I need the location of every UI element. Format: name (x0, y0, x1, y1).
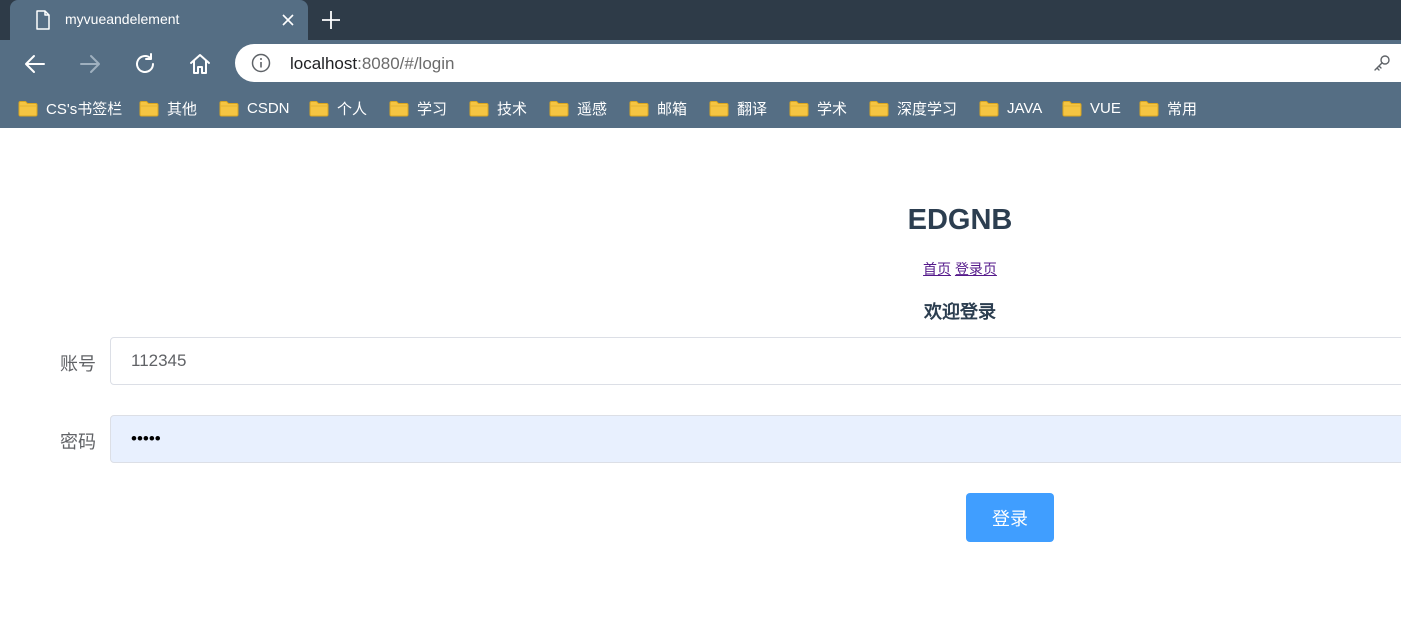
site-title: EDGNB (907, 204, 1013, 236)
bookmark-label: CSDN (247, 99, 290, 117)
bookmark-label: VUE (1090, 99, 1121, 117)
key-icon[interactable] (1373, 54, 1391, 72)
bookmark-item[interactable]: CS's书签栏 (18, 96, 122, 120)
bookmark-item[interactable]: 其他 (139, 96, 197, 120)
bookmark-item[interactable]: 学习 (389, 96, 447, 120)
bookmark-label: 学术 (817, 100, 848, 118)
password-label: 密码 (60, 432, 96, 452)
bookmark-label: 邮箱 (657, 100, 688, 118)
close-icon[interactable] (280, 12, 296, 28)
folder-icon (869, 100, 889, 116)
nav-link-home[interactable]: 首页 (923, 261, 951, 277)
forward-arrow-icon[interactable] (78, 52, 102, 76)
url-text[interactable]: localhost:8080/#/login (290, 54, 454, 74)
reload-icon[interactable] (133, 52, 157, 76)
bookmark-item[interactable]: 常用 (1139, 96, 1197, 120)
bookmark-item[interactable]: JAVA (979, 96, 1042, 120)
folder-icon (549, 100, 569, 116)
bookmark-item[interactable]: CSDN (219, 96, 290, 120)
file-icon (36, 10, 50, 30)
folder-icon (219, 100, 239, 116)
new-tab-icon[interactable] (320, 9, 342, 31)
folder-icon (709, 100, 729, 116)
nav-links: 首页 登录页 (860, 259, 1060, 279)
bookmark-item[interactable]: VUE (1062, 96, 1121, 120)
nav-link-login[interactable]: 登录页 (955, 261, 997, 277)
bookmark-label: 其他 (167, 100, 198, 118)
folder-icon (789, 100, 809, 116)
browser-tabstrip: myvueandelement (0, 0, 1401, 40)
bookmark-label: 常用 (1167, 100, 1198, 118)
folder-icon (629, 100, 649, 116)
url-host: localhost (290, 54, 358, 73)
bookmark-item[interactable]: 深度学习 (869, 96, 957, 120)
welcome-heading: 欢迎登录 (924, 302, 996, 322)
bookmarks-bar: CS's书签栏 其他 CSDN 个人 学习 技术 遥感 邮箱 翻译 学术 深度学习 JAVA VUE 常用 (0, 88, 1401, 128)
folder-icon (309, 100, 329, 116)
folder-icon (1062, 100, 1082, 116)
account-label: 账号 (60, 354, 96, 374)
bookmark-item[interactable]: 学术 (789, 96, 847, 120)
folder-icon (979, 100, 999, 116)
password-input[interactable] (110, 415, 1401, 463)
home-icon[interactable] (188, 52, 212, 76)
bookmark-label: 技术 (497, 100, 528, 118)
bookmark-item[interactable]: 邮箱 (629, 96, 687, 120)
address-bar[interactable]: localhost:8080/#/login (235, 44, 1401, 82)
folder-icon (139, 100, 159, 116)
bookmark-label: 翻译 (737, 100, 768, 118)
tab-title: myvueandelement (65, 11, 180, 27)
bookmark-label: CS's书签栏 (46, 100, 123, 118)
back-arrow-icon[interactable] (23, 52, 47, 76)
folder-icon (469, 100, 489, 116)
bookmark-item[interactable]: 遥感 (549, 96, 607, 120)
browser-tab-active[interactable]: myvueandelement (10, 0, 308, 40)
bookmark-item[interactable]: 技术 (469, 96, 527, 120)
url-path: :8080/#/login (357, 54, 455, 73)
account-input[interactable] (110, 337, 1401, 385)
login-button[interactable]: 登录 (966, 493, 1054, 542)
folder-icon (389, 100, 409, 116)
bookmark-label: 学习 (417, 100, 448, 118)
bookmark-label: 深度学习 (897, 100, 958, 118)
bookmark-label: 个人 (337, 100, 368, 118)
login-page: EDGNB 首页 登录页 欢迎登录 账号 密码 登录 (0, 128, 1401, 628)
info-icon[interactable] (251, 53, 271, 73)
bookmark-label: 遥感 (577, 100, 608, 118)
folder-icon (18, 100, 38, 116)
browser-toolbar: localhost:8080/#/login (0, 40, 1401, 88)
folder-icon (1139, 100, 1159, 116)
bookmark-item[interactable]: 个人 (309, 96, 367, 120)
bookmark-label: JAVA (1007, 99, 1043, 117)
bookmark-item[interactable]: 翻译 (709, 96, 767, 120)
